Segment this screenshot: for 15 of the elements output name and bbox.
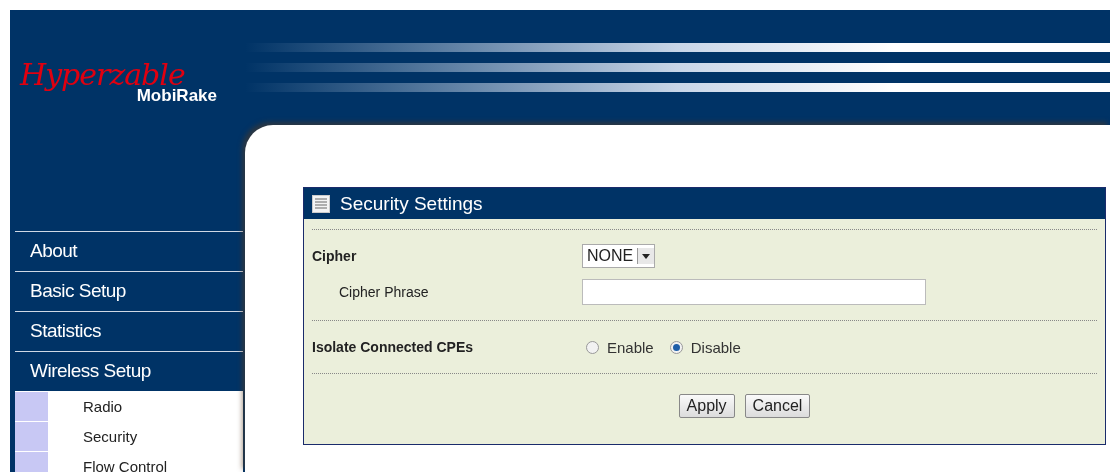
field-label: Cipher: [312, 248, 358, 264]
submenu-item[interactable]: Flow Control: [15, 451, 243, 472]
submenu-item[interactable]: Security: [15, 421, 243, 451]
submenu-item[interactable]: Radio: [15, 391, 243, 421]
sidebar-item[interactable]: Statistics: [15, 311, 243, 351]
sidebar-item[interactable]: About: [15, 231, 243, 271]
action-button[interactable]: Apply: [678, 394, 735, 418]
sidebar-item[interactable]: Basic Setup: [15, 271, 243, 311]
cipher-dropdown[interactable]: NONE: [582, 244, 656, 268]
radio-label: Disable: [690, 338, 741, 356]
field-label: Isolate Connected CPEs: [312, 339, 475, 355]
field-label: Cipher Phrase: [338, 284, 430, 300]
action-button[interactable]: Cancel: [744, 394, 811, 418]
radio-label: Enable: [607, 338, 654, 356]
panel-title: Security Settings: [340, 192, 483, 215]
